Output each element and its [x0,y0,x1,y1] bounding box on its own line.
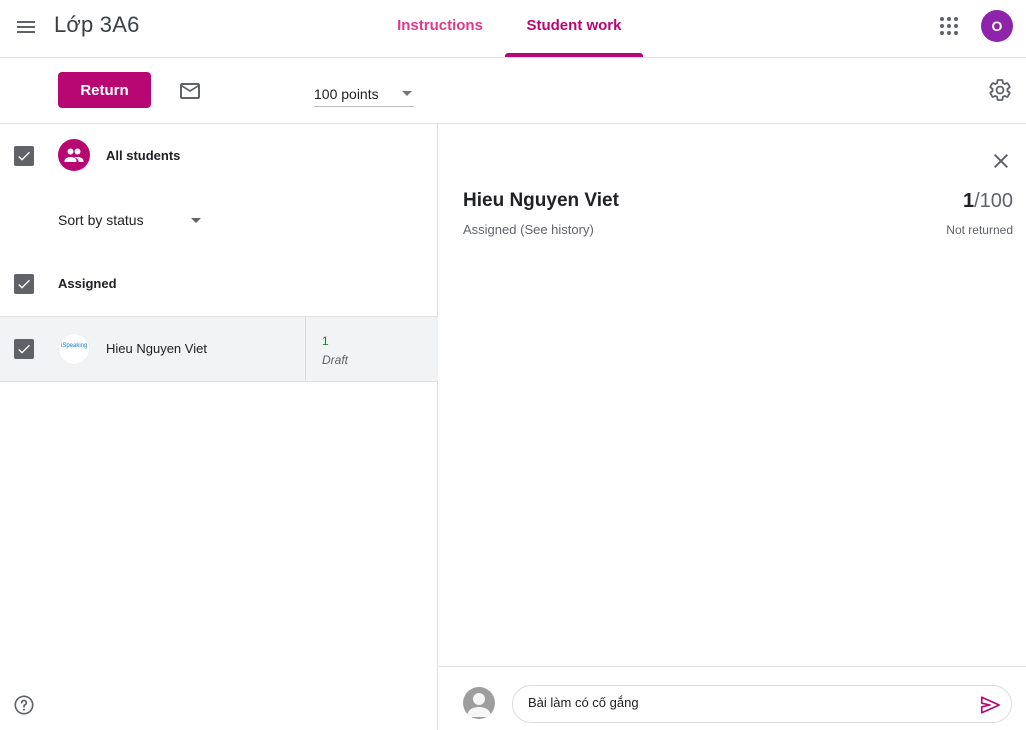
help-icon[interactable] [13,694,35,716]
private-comment-input[interactable] [528,695,958,710]
email-icon[interactable] [178,79,202,103]
google-apps-grid-icon[interactable] [937,14,961,38]
hamburger-menu-icon[interactable] [14,15,38,39]
dropdown-arrow-icon [402,91,412,96]
assigned-section-label: Assigned [58,276,117,291]
private-comment-bar [439,666,1026,730]
top-app-bar: Lớp 3A6 Instructions Student work O [0,0,1026,58]
student-avatar: iSpeaking [58,333,90,365]
student-checkbox[interactable] [14,339,34,359]
detail-status: Assigned (See history) [463,222,594,237]
status-text: Assigned [463,222,517,237]
return-status: Not returned [946,223,1013,237]
grade-status: Draft [322,353,349,367]
grade-column-divider [305,317,306,381]
sort-dropdown[interactable]: Sort by status [58,210,203,232]
score-total: 100 [979,190,1013,212]
all-students-checkbox[interactable] [14,146,34,166]
student-row[interactable]: iSpeaking Hieu Nguyen Viet 1 Draft [0,316,438,382]
points-dropdown[interactable]: 100 points [314,81,414,107]
student-avatar-logo-text: iSpeaking [61,343,88,349]
detail-score[interactable]: 1/100 [963,190,1013,213]
group-people-icon [58,139,90,171]
person-icon [467,693,491,717]
tab-instructions[interactable]: Instructions [390,0,490,58]
class-title[interactable]: Lớp 3A6 [54,12,140,38]
student-name: Hieu Nguyen Viet [106,341,207,356]
comment-input-container [512,685,1012,723]
all-students-label[interactable]: All students [106,148,180,163]
sort-label: Sort by status [58,212,144,228]
dropdown-arrow-icon [191,218,201,223]
send-icon[interactable] [979,694,1001,716]
see-history-link[interactable]: (See history) [520,222,594,237]
detail-student-name: Hieu Nguyen Viet [463,190,619,211]
user-account-avatar[interactable]: O [981,10,1013,42]
active-tab-indicator [505,53,643,57]
student-grade[interactable]: 1 [322,334,329,348]
close-icon[interactable] [989,149,1013,173]
points-value: 100 points [314,86,379,102]
student-roster-panel: All students Sort by status Assigned iSp… [0,124,438,730]
checkmark-icon [18,151,30,161]
settings-gear-icon[interactable] [988,78,1012,102]
commenter-avatar [463,687,495,719]
checkmark-icon [18,344,30,354]
score-value: 1 [962,190,975,212]
assigned-section-checkbox[interactable] [14,274,34,294]
grading-toolbar: Return 100 points [0,59,1026,124]
student-detail-panel: Hieu Nguyen Viet Assigned (See history) … [439,124,1026,730]
return-button[interactable]: Return [58,72,151,108]
checkmark-icon [18,279,30,289]
tab-student-work[interactable]: Student work [505,0,643,58]
